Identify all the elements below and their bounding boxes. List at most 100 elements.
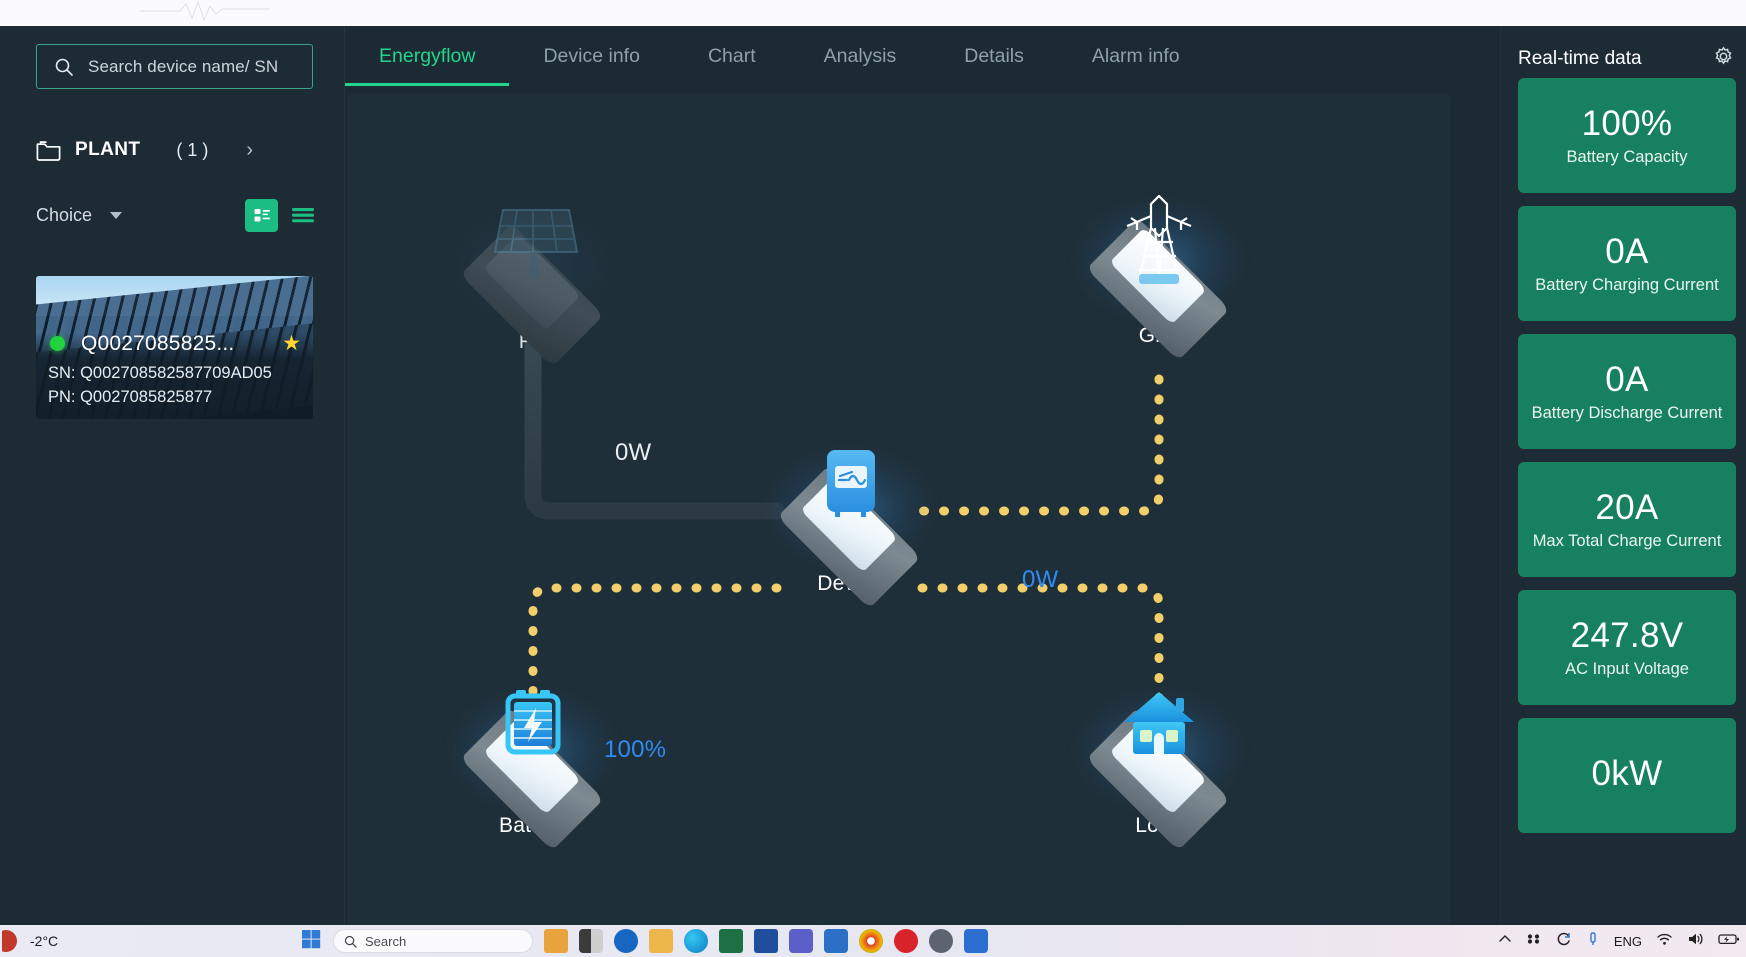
tab-analysis[interactable]: Analysis bbox=[790, 26, 931, 86]
task-view-icon[interactable] bbox=[579, 929, 603, 953]
settings-icon[interactable] bbox=[929, 929, 953, 953]
edge-icon[interactable] bbox=[684, 929, 708, 953]
folder-icon bbox=[36, 140, 61, 161]
weather-temperature: -2°C bbox=[30, 933, 58, 949]
word-icon[interactable] bbox=[754, 929, 778, 953]
realtime-card-value: 20A bbox=[1595, 488, 1658, 528]
star-icon[interactable]: ★ bbox=[282, 331, 301, 356]
taskbar-search-placeholder: Search bbox=[365, 934, 406, 949]
wifi-icon[interactable] bbox=[1656, 932, 1673, 951]
realtime-card[interactable]: 0A Battery Charging Current bbox=[1518, 206, 1736, 321]
power-tower-icon bbox=[1067, 188, 1252, 298]
card-view-icon[interactable] bbox=[245, 199, 278, 232]
search-placeholder: Search device name/ SN bbox=[88, 57, 278, 77]
battery-icon[interactable] bbox=[1718, 932, 1740, 951]
inverter-icon bbox=[758, 436, 943, 540]
device-name: Q0027085825... bbox=[81, 332, 234, 356]
plant-count: ( 1 ) bbox=[176, 140, 208, 161]
tab-details-label: Details bbox=[930, 45, 1058, 68]
realtime-card[interactable]: 20A Max Total Charge Current bbox=[1518, 462, 1736, 577]
gear-icon[interactable] bbox=[1713, 46, 1734, 72]
store-icon[interactable] bbox=[824, 929, 848, 953]
house-icon bbox=[1067, 678, 1252, 778]
bluetooth-icon[interactable] bbox=[1526, 932, 1542, 951]
tab-energyflow[interactable]: Energyflow bbox=[345, 26, 509, 86]
battery-soc-value: 100% bbox=[604, 736, 666, 764]
status-badge bbox=[50, 336, 65, 351]
choice-filter-row: Choice bbox=[36, 198, 316, 232]
choice-dropdown[interactable]: Choice bbox=[36, 205, 92, 226]
top-strip bbox=[0, 0, 1746, 26]
plant-label: PLANT bbox=[75, 139, 140, 161]
teams-icon[interactable] bbox=[789, 929, 813, 953]
tab-device-info-label: Device info bbox=[509, 45, 673, 68]
realtime-panel: Real-time data 100% Battery Capacity bbox=[1500, 26, 1746, 925]
sidebar: Search device name/ SN PLANT ( 1 ) › Cho… bbox=[0, 26, 345, 925]
realtime-card[interactable]: 0A Battery Discharge Current bbox=[1518, 334, 1736, 449]
solar-panel-icon bbox=[441, 194, 626, 294]
mail-icon[interactable] bbox=[614, 929, 638, 953]
node-load[interactable]: Load bbox=[1059, 696, 1259, 838]
node-load-plate bbox=[1067, 696, 1252, 808]
usb-icon[interactable] bbox=[1586, 931, 1600, 952]
volume-icon[interactable] bbox=[1687, 932, 1704, 951]
waveform-graphic bbox=[140, 0, 270, 26]
search-icon bbox=[54, 57, 74, 77]
tab-analysis-label: Analysis bbox=[790, 45, 931, 68]
node-grid-plate bbox=[1067, 206, 1252, 318]
flow-line-grid-device bbox=[922, 379, 1159, 511]
language-indicator[interactable]: ENG bbox=[1614, 934, 1642, 949]
tab-alarm-info-label: Alarm info bbox=[1058, 45, 1214, 68]
taskbar-search-input[interactable]: Search bbox=[333, 929, 533, 953]
chrome-icon[interactable] bbox=[859, 929, 883, 953]
chevron-right-icon[interactable]: › bbox=[246, 139, 253, 162]
sync-icon[interactable] bbox=[1556, 931, 1572, 952]
weather-icon bbox=[2, 930, 24, 952]
plant-group-row[interactable]: PLANT ( 1 ) › bbox=[36, 131, 316, 169]
flow-value-pv-device: 0W bbox=[615, 439, 651, 467]
file-explorer-icon[interactable] bbox=[649, 929, 673, 953]
windows-taskbar: -2°C Search bbox=[0, 925, 1746, 957]
realtime-card[interactable]: 0kW bbox=[1518, 718, 1736, 833]
tab-details[interactable]: Details bbox=[930, 26, 1058, 86]
show-hidden-icons-icon[interactable] bbox=[1498, 932, 1512, 951]
flow-value-device-load: 0W bbox=[1022, 566, 1058, 594]
system-tray: ENG bbox=[1498, 931, 1740, 952]
realtime-card[interactable]: 100% Battery Capacity bbox=[1518, 78, 1736, 193]
opera-icon[interactable] bbox=[894, 929, 918, 953]
energyflow-panel: PV bbox=[347, 94, 1450, 930]
search-icon bbox=[344, 935, 357, 948]
device-card[interactable]: Q0027085825... ★ SN: Q002708582587709AD0… bbox=[36, 276, 313, 419]
tab-chart[interactable]: Chart bbox=[674, 26, 790, 86]
tab-bar: Energyflow Device info Chart Analysis De… bbox=[345, 26, 1214, 86]
realtime-title: Real-time data bbox=[1518, 48, 1642, 70]
realtime-card-list: 100% Battery Capacity 0A Battery Chargin… bbox=[1518, 78, 1736, 846]
node-pv[interactable]: PV bbox=[433, 212, 633, 354]
weather-widget[interactable]: -2°C bbox=[2, 930, 58, 952]
node-battery[interactable]: Battery bbox=[433, 696, 633, 838]
realtime-card-value: 247.8V bbox=[1571, 616, 1684, 656]
tab-device-info[interactable]: Device info bbox=[509, 26, 673, 86]
realtime-card-label: Battery Discharge Current bbox=[1532, 404, 1723, 423]
battery-icon bbox=[441, 678, 626, 778]
node-device[interactable]: Device bbox=[750, 454, 950, 596]
taskbar-center: Search bbox=[300, 928, 988, 955]
list-view-icon[interactable] bbox=[290, 202, 316, 228]
briefcase-icon[interactable] bbox=[544, 929, 568, 953]
node-pv-plate bbox=[441, 212, 626, 324]
app-icon[interactable] bbox=[964, 929, 988, 953]
excel-icon[interactable] bbox=[719, 929, 743, 953]
app-root: Search device name/ SN PLANT ( 1 ) › Cho… bbox=[0, 0, 1746, 957]
chevron-down-icon[interactable] bbox=[110, 212, 122, 219]
node-device-plate bbox=[758, 454, 943, 566]
app-shell: Search device name/ SN PLANT ( 1 ) › Cho… bbox=[0, 26, 1746, 925]
tab-alarm-info[interactable]: Alarm info bbox=[1058, 26, 1214, 86]
realtime-card-label: Max Total Charge Current bbox=[1533, 532, 1722, 551]
windows-start-icon[interactable] bbox=[300, 928, 322, 955]
realtime-card[interactable]: 247.8V AC Input Voltage bbox=[1518, 590, 1736, 705]
search-input[interactable]: Search device name/ SN bbox=[36, 44, 313, 89]
realtime-card-label: Battery Charging Current bbox=[1535, 276, 1718, 295]
node-grid[interactable]: Grid bbox=[1059, 206, 1259, 348]
realtime-card-value: 0kW bbox=[1592, 754, 1663, 794]
realtime-card-value: 100% bbox=[1582, 104, 1673, 144]
